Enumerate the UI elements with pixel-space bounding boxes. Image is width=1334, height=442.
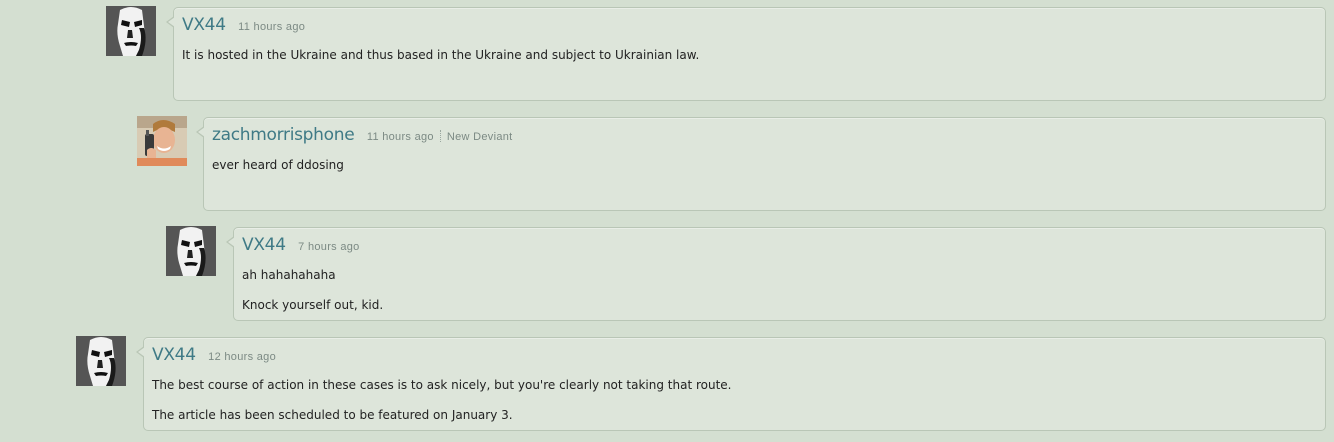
username-link[interactable]: zachmorrisphone bbox=[212, 125, 355, 145]
timestamp[interactable]: 7 hours ago bbox=[298, 241, 359, 253]
comment-text: ah hahahahaha bbox=[242, 268, 336, 282]
comment-text: The best course of action in these cases… bbox=[152, 378, 732, 392]
avatar[interactable] bbox=[106, 6, 156, 56]
separator bbox=[439, 130, 441, 142]
comment-bubble: VX44 11 hours ago It is hosted in the Uk… bbox=[166, 7, 1326, 101]
user-badge: New Deviant bbox=[446, 131, 513, 143]
comment-text: The article has been scheduled to be fea… bbox=[152, 408, 513, 422]
comment-text: Knock yourself out, kid. bbox=[242, 298, 384, 312]
timestamp[interactable]: 11 hours ago bbox=[238, 21, 305, 33]
timestamp[interactable]: 11 hours ago bbox=[367, 131, 434, 143]
comment-bubble: VX44 7 hours ago ah hahahahaha Knock you… bbox=[226, 227, 1326, 321]
avatar-face-icon bbox=[166, 226, 216, 276]
avatar[interactable] bbox=[137, 116, 187, 166]
comment-bubble: VX44 12 hours ago The best course of act… bbox=[136, 337, 1326, 431]
username-link[interactable]: VX44 bbox=[152, 345, 196, 365]
avatar-face-icon bbox=[76, 336, 126, 386]
avatar[interactable] bbox=[166, 226, 216, 276]
avatar-face-icon bbox=[106, 6, 156, 56]
username-link[interactable]: VX44 bbox=[242, 235, 286, 255]
comment-text: ever heard of ddosing bbox=[212, 158, 344, 172]
comment-text: It is hosted in the Ukraine and thus bas… bbox=[182, 48, 700, 62]
comment-bubble: zachmorrisphone 11 hours ago New Deviant … bbox=[196, 117, 1326, 211]
avatar[interactable] bbox=[76, 336, 126, 386]
timestamp[interactable]: 12 hours ago bbox=[208, 351, 276, 363]
avatar-photo-icon bbox=[137, 116, 187, 166]
username-link[interactable]: VX44 bbox=[182, 15, 226, 35]
